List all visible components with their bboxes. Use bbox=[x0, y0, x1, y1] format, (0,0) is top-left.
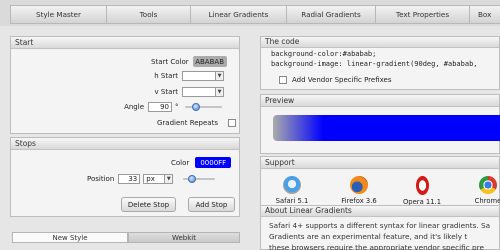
stop-color-swatch[interactable]: 0000FF bbox=[195, 157, 232, 168]
preview-panel-title: Preview bbox=[261, 95, 499, 107]
support-panel-title: Support bbox=[261, 157, 499, 169]
position-row: Position 33 px ▼ bbox=[87, 174, 216, 184]
top-nav: Style Master Tools Linear Gradients Radi… bbox=[0, 0, 500, 26]
gradient-preview bbox=[273, 115, 500, 141]
tab-radial-gradients[interactable]: Radial Gradients bbox=[287, 5, 376, 24]
stops-panel-title: Stops bbox=[11, 138, 239, 150]
start-panel: Start Start Color ABABAB h Start ▼ v Sta… bbox=[10, 36, 240, 134]
angle-input[interactable]: 90 bbox=[148, 102, 172, 112]
browser-safari: Safari 5.1 bbox=[272, 176, 312, 205]
stop-color-row: Color 0000FF bbox=[171, 157, 232, 168]
browser-firefox: Firefox 3.6 bbox=[339, 176, 379, 205]
vendor-prefix-label: Add Vendor Specific Prefixes bbox=[292, 76, 392, 84]
browser-safari-label: Safari 5.1 bbox=[275, 197, 309, 205]
chrome-icon bbox=[479, 176, 497, 194]
start-color-swatch[interactable]: ABABAB bbox=[192, 56, 227, 67]
stop-color-label: Color bbox=[171, 158, 190, 167]
about-text: Safari 4+ supports a different syntax fo… bbox=[269, 220, 500, 250]
opera-icon bbox=[415, 176, 429, 195]
chevron-down-icon: ▼ bbox=[215, 88, 223, 96]
vendor-prefix-row: Add Vendor Specific Prefixes bbox=[279, 76, 391, 84]
add-stop-button[interactable]: Add Stop bbox=[188, 197, 235, 212]
nav-tabs: Style Master Tools Linear Gradients Radi… bbox=[10, 5, 500, 24]
about-panel-title: About Linear Gradients bbox=[261, 206, 499, 217]
tab-linear-gradients[interactable]: Linear Gradients bbox=[191, 5, 287, 24]
angle-slider-track bbox=[185, 106, 222, 108]
v-start-select[interactable]: ▼ bbox=[182, 87, 224, 97]
v-start-label: v Start bbox=[154, 88, 178, 96]
safari-icon bbox=[283, 176, 301, 194]
start-panel-title: Start bbox=[11, 37, 239, 49]
vendor-prefix-checkbox[interactable] bbox=[279, 76, 287, 84]
v-start-row: v Start ▼ bbox=[152, 87, 224, 97]
position-unit-select[interactable]: px ▼ bbox=[143, 174, 174, 184]
about-line-3: these browsers require the appropriate v… bbox=[269, 243, 484, 250]
browser-firefox-label: Firefox 3.6 bbox=[341, 197, 377, 205]
position-slider-thumb[interactable] bbox=[188, 175, 197, 183]
position-label: Position bbox=[87, 175, 115, 183]
browser-opera: Opera 11.1 bbox=[402, 176, 442, 206]
angle-label: Angle bbox=[124, 103, 144, 111]
gradient-repeats-checkbox[interactable] bbox=[227, 119, 236, 127]
chevron-down-icon: ▼ bbox=[215, 72, 223, 80]
angle-slider[interactable] bbox=[185, 102, 222, 112]
gradient-repeats-label: Gradient Repeats bbox=[157, 119, 218, 127]
h-start-select[interactable]: ▼ bbox=[182, 71, 224, 81]
h-start-row: h Start ▼ bbox=[152, 71, 224, 81]
tab-tools[interactable]: Tools bbox=[107, 5, 191, 24]
browser-chrome: Chrome bbox=[468, 176, 500, 205]
code-line-1: background-color:#ababab; bbox=[271, 50, 377, 58]
about-line-1: Safari 4+ supports a different syntax fo… bbox=[269, 221, 491, 230]
position-input[interactable]: 33 bbox=[118, 174, 141, 184]
start-color-row: Start Color ABABAB bbox=[151, 56, 227, 67]
start-color-label: Start Color bbox=[151, 57, 189, 66]
h-start-label: h Start bbox=[154, 72, 178, 80]
angle-row: Angle 90 ° bbox=[120, 102, 222, 112]
browser-chrome-label: Chrome bbox=[474, 197, 500, 205]
firefox-icon bbox=[350, 176, 368, 194]
code-panel: The code background-color:#ababab; backg… bbox=[260, 36, 500, 90]
code-line-2: background-image: linear-gradient(90deg,… bbox=[271, 60, 478, 68]
tab-box[interactable]: Box bbox=[470, 5, 500, 24]
preview-panel: Preview bbox=[260, 94, 500, 154]
tab-style-master[interactable]: Style Master bbox=[10, 5, 107, 24]
chevron-down-icon: ▼ bbox=[164, 175, 173, 183]
gradient-repeats-row: Gradient Repeats bbox=[157, 119, 236, 127]
angle-slider-thumb[interactable] bbox=[192, 103, 200, 111]
delete-stop-button[interactable]: Delete Stop bbox=[121, 197, 176, 212]
tab-new-style[interactable]: New Style bbox=[12, 232, 128, 243]
tab-text-properties[interactable]: Text Properties bbox=[376, 5, 470, 24]
code-panel-title: The code bbox=[261, 37, 499, 48]
tab-webkit[interactable]: Webkit bbox=[128, 232, 240, 243]
about-line-2: Gradients are an experimental feature, a… bbox=[269, 232, 468, 241]
stops-panel: Stops Color 0000FF Position 33 px ▼ Dele… bbox=[10, 137, 240, 217]
position-slider[interactable] bbox=[183, 174, 216, 184]
position-unit-value: px bbox=[146, 175, 155, 183]
angle-unit: ° bbox=[175, 103, 179, 111]
